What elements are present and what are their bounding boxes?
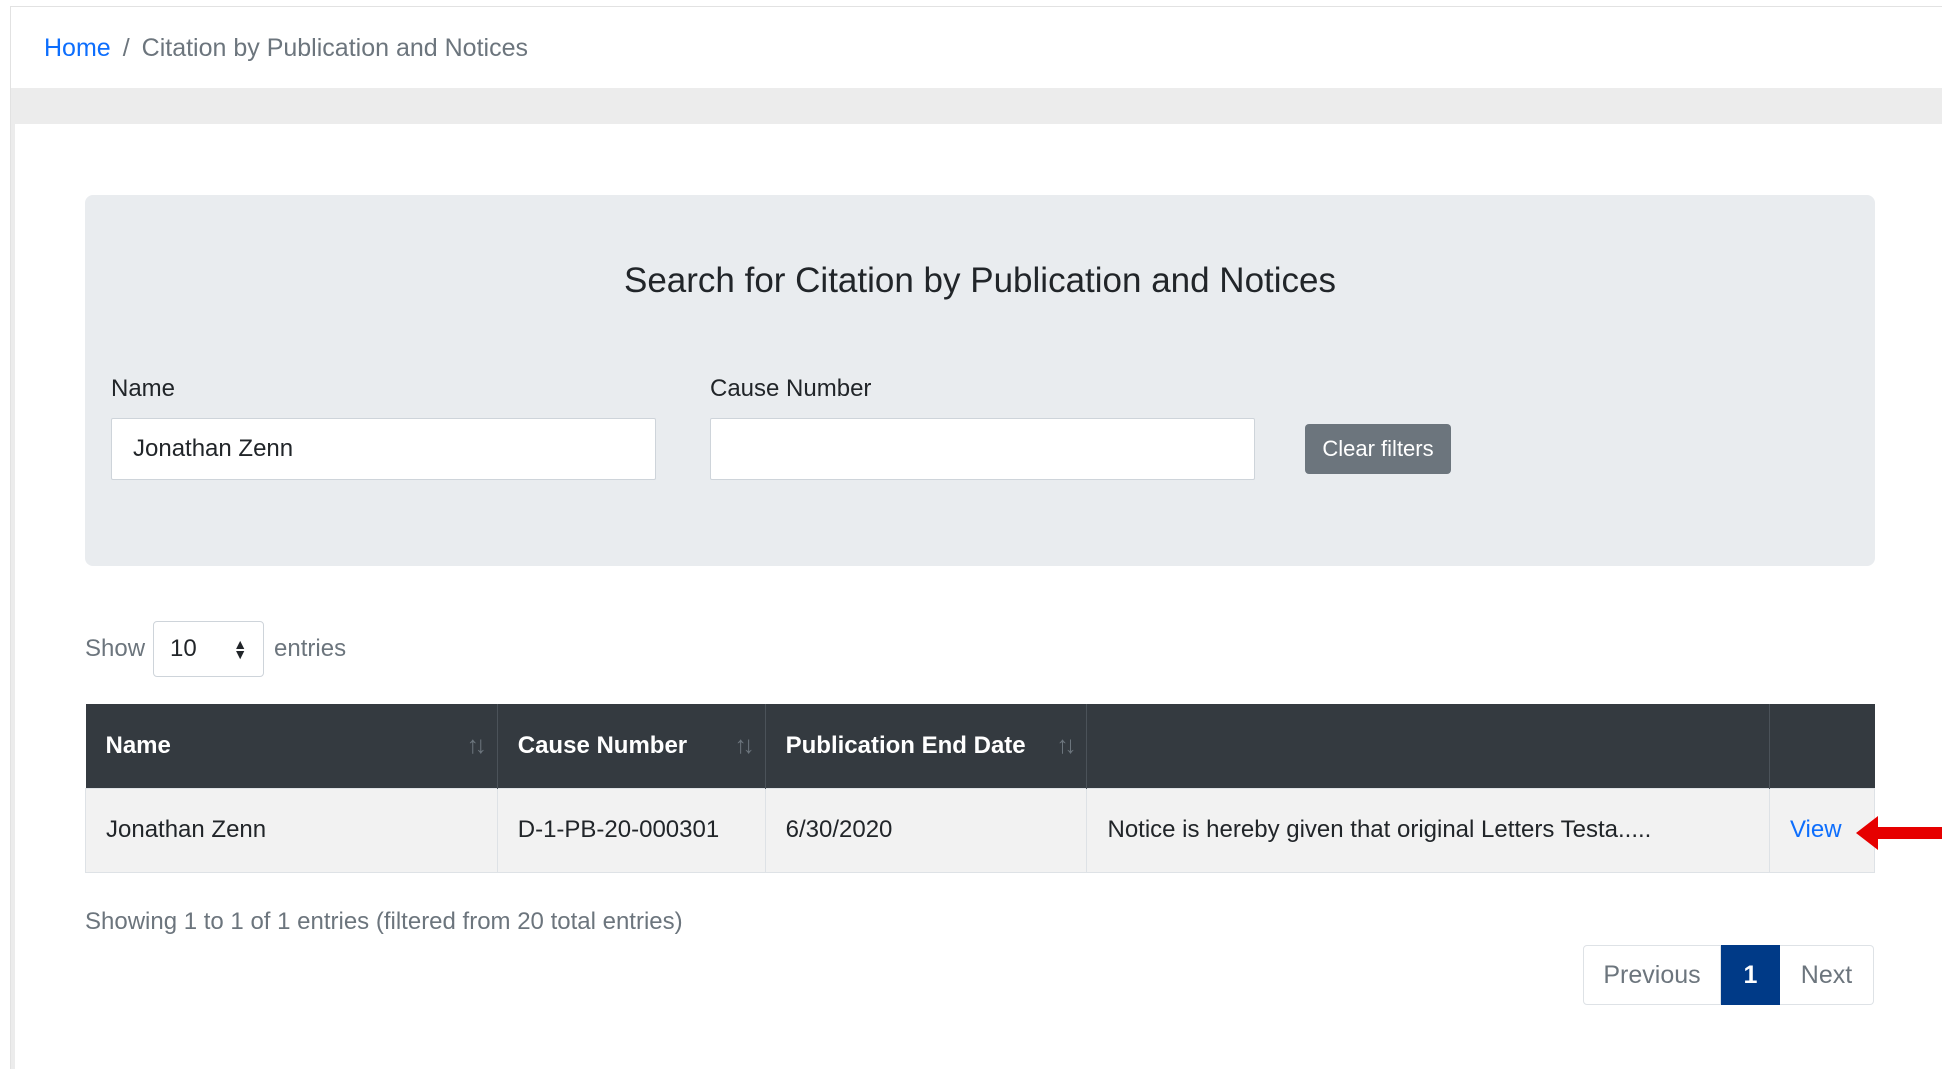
view-link[interactable]: View <box>1790 816 1842 843</box>
cause-number-input[interactable] <box>710 418 1255 480</box>
next-page-button[interactable]: Next <box>1780 945 1874 1005</box>
cell-name: Jonathan Zenn <box>85 787 498 873</box>
previous-page-button[interactable]: Previous <box>1583 945 1721 1005</box>
cause-number-label: Cause Number <box>710 375 872 402</box>
column-header-name-label: Name <box>105 731 171 759</box>
column-header-action <box>1769 704 1875 788</box>
column-header-publication-end-date[interactable]: Publication End Date ↑↓ <box>765 704 1088 788</box>
show-label: Show <box>85 635 146 662</box>
table-row: Jonathan Zenn D-1-PB-20-000301 6/30/2020… <box>85 787 1876 873</box>
cell-publication-end-date: 6/30/2020 <box>764 787 1088 873</box>
results-table: Name ↑↓ Cause Number ↑↓ Publication End Da… <box>85 704 1876 873</box>
breadcrumb-home-link[interactable]: Home <box>44 34 111 62</box>
entries-length-control: Show 10 ▲ ▼ entries <box>85 621 346 677</box>
page-1-button[interactable]: 1 <box>1721 945 1780 1005</box>
name-label: Name <box>111 375 176 402</box>
sort-arrows-icon: ↑↓ <box>734 731 755 759</box>
red-arrow-left-icon <box>1856 816 1942 850</box>
column-header-notice <box>1086 704 1770 788</box>
search-title: Search for Citation by Publication and N… <box>623 261 1337 300</box>
breadcrumb-current: Citation by Publication and Notices <box>141 34 528 62</box>
entries-select[interactable]: 10 ▲ ▼ <box>153 621 265 677</box>
breadcrumb: Home / Citation by Publication and Notices <box>11 7 1942 88</box>
entries-select-value: 10 <box>170 635 197 662</box>
updown-caret-icon: ▲ ▼ <box>233 636 248 662</box>
sort-arrows-icon: ↑↓ <box>1056 731 1076 759</box>
cell-cause-number: D-1-PB-20-000301 <box>496 787 766 873</box>
table-info: Showing 1 to 1 of 1 entries (filtered fr… <box>85 908 683 935</box>
breadcrumb-separator: / <box>122 34 130 62</box>
column-header-name[interactable]: Name ↑↓ <box>85 704 498 788</box>
cell-notice: Notice is hereby given that original Let… <box>1086 787 1770 873</box>
pagination: Previous 1 Next <box>1583 945 1874 1005</box>
sort-arrows-icon: ↑↓ <box>466 731 487 759</box>
column-header-publication-end-date-label: Publication End Date <box>785 731 1026 759</box>
column-header-cause-number-label: Cause Number <box>517 731 688 759</box>
search-panel: Search for Citation by Publication and N… <box>85 195 1875 566</box>
clear-filters-button[interactable]: Clear filters <box>1305 424 1451 474</box>
column-header-cause-number[interactable]: Cause Number ↑↓ <box>497 704 766 788</box>
entries-label: entries <box>274 635 347 662</box>
table-header-row: Name ↑↓ Cause Number ↑↓ Publication End Da… <box>85 704 1875 788</box>
name-input[interactable] <box>111 418 656 480</box>
